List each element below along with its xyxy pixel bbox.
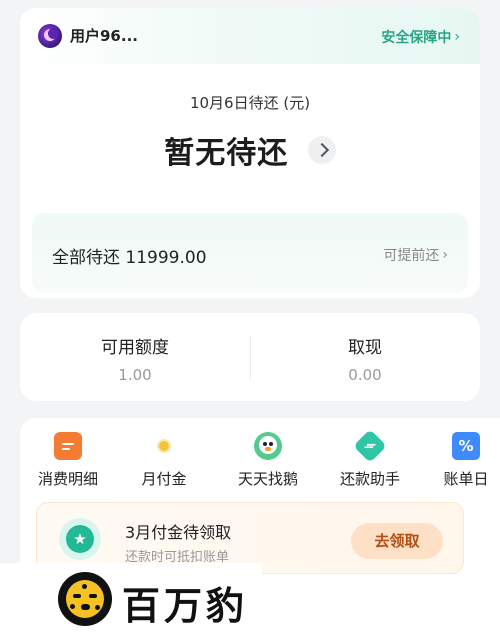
safety-guarantee-label: 安全保障中	[381, 30, 452, 46]
tool-label: 账单日	[443, 470, 489, 488]
tool-find-goose[interactable]: 天天找鹅	[220, 432, 316, 489]
due-status-text: 暂无待还	[164, 136, 289, 171]
available-credit-label: 可用额度	[101, 338, 169, 358]
watermark-logo: 百万豹	[0, 563, 262, 635]
due-status[interactable]: 暂无待还	[20, 128, 480, 172]
tool-billing-day[interactable]: % 账单日	[418, 432, 500, 489]
tool-label: 还款助手	[339, 470, 400, 488]
star-badge-icon: ★	[59, 518, 101, 560]
available-credit[interactable]: 可用额度 1.00	[20, 333, 250, 384]
tool-monthly-bonus[interactable]: 月付金	[116, 432, 212, 489]
star-icon: ★	[66, 525, 94, 553]
tool-repayment-assistant[interactable]: 还款助手	[322, 429, 418, 489]
username[interactable]: 用户96...	[70, 25, 138, 46]
repayment-card: 用户96... 安全保障中 › 10月6日待还 (元) 暂无待还 全部待还 11…	[20, 8, 480, 298]
penguin-icon	[254, 432, 282, 460]
total-outstanding-label: 全部待还 11999.00	[52, 248, 207, 268]
promo-title: 3月付金待领取	[125, 523, 232, 542]
tool-spending-details[interactable]: 消费明细	[20, 432, 116, 489]
tool-label: 消费明细	[37, 470, 98, 488]
calendar-percent-icon: %	[452, 432, 480, 460]
chevron-right-icon: ›	[454, 29, 460, 45]
cheetah-logo-icon	[58, 572, 112, 626]
coin-icon	[159, 441, 169, 451]
total-outstanding-row[interactable]: 全部待还 11999.00 可提前还 ›	[32, 213, 468, 293]
cash-withdrawal-label: 取现	[348, 338, 382, 358]
tool-label: 月付金	[141, 470, 187, 488]
bill-icon	[54, 432, 82, 460]
avatar[interactable]	[38, 24, 62, 48]
prepay-label: 可提前还	[383, 248, 440, 264]
tool-label: 天天找鹅	[237, 470, 298, 488]
safety-guarantee-link[interactable]: 安全保障中 ›	[381, 27, 460, 47]
exchange-icon	[353, 429, 387, 463]
prepay-link[interactable]: 可提前还 ›	[383, 245, 448, 265]
available-credit-value: 1.00	[118, 366, 152, 384]
claim-button[interactable]: 去领取	[351, 523, 443, 559]
cash-withdrawal[interactable]: 取现 0.00	[250, 333, 480, 384]
brand-name: 百万豹	[122, 584, 249, 628]
credit-card: 可用额度 1.00 取现 0.00	[20, 313, 480, 401]
due-date-label: 10月6日待还 (元)	[189, 94, 311, 112]
arrow-right-icon[interactable]	[307, 136, 336, 164]
chevron-right-icon: ›	[442, 247, 448, 263]
cash-withdrawal-value: 0.00	[348, 366, 382, 384]
